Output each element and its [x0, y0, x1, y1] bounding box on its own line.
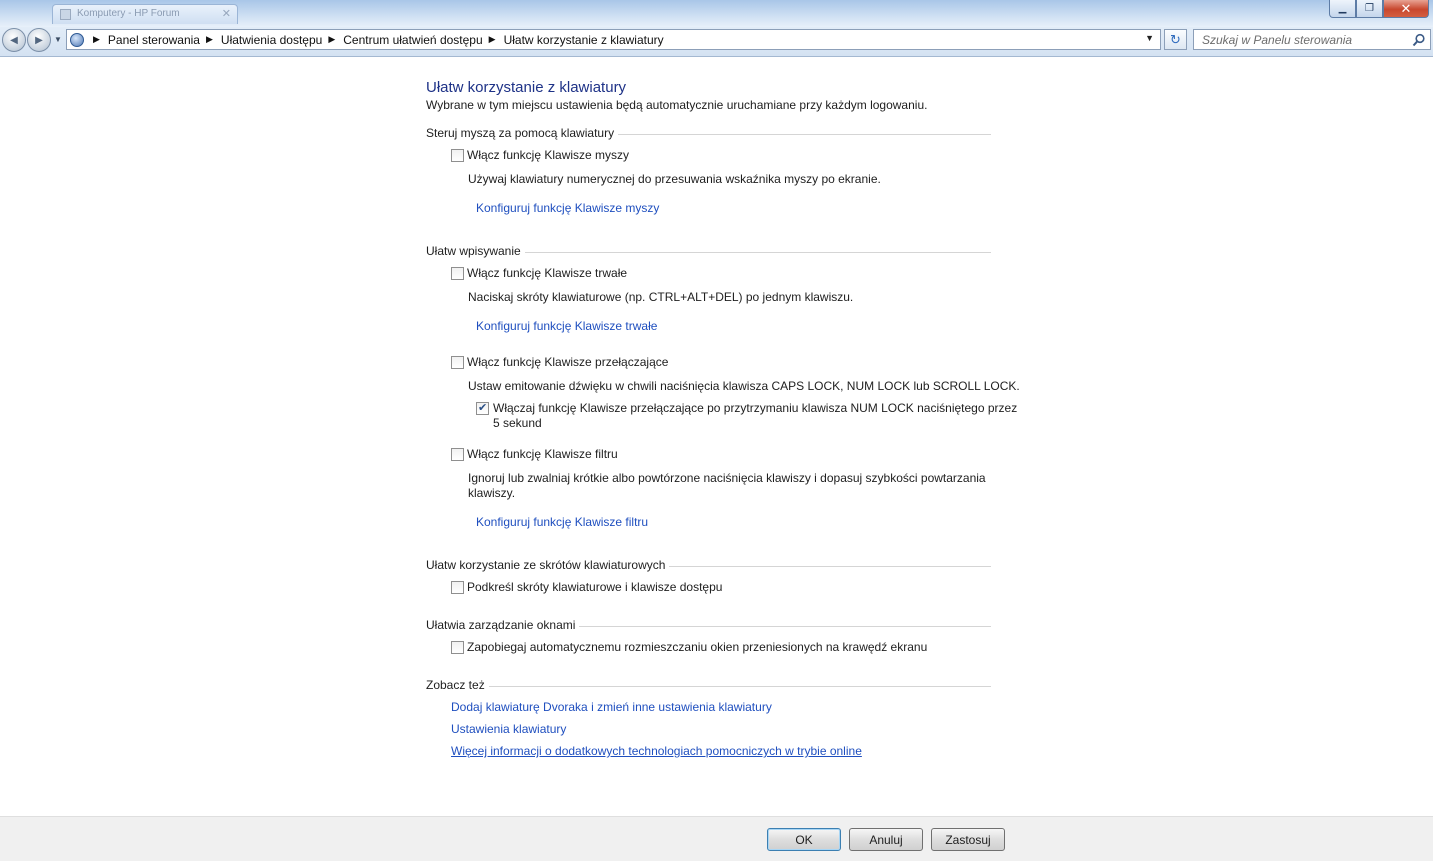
filter-keys-option[interactable]: Włącz funkcję Klawisze filtru — [451, 447, 618, 462]
breadcrumb-control-panel[interactable]: Panel sterowania — [108, 33, 200, 47]
tab-favicon-icon — [60, 9, 71, 20]
sticky-keys-label[interactable]: Włącz funkcję Klawisze trwałe — [467, 266, 627, 281]
background-tab-title: Komputery - HP Forum — [77, 8, 180, 19]
title-bar: Komputery - HP Forum ✕ ▁ ❐ ✕ — [0, 0, 1433, 27]
section-divider — [579, 625, 991, 627]
section-windows-heading: Ułatwia zarządzanie oknami — [426, 617, 991, 633]
section-see-also-heading: Zobacz też — [426, 677, 991, 693]
configure-mouse-keys-link[interactable]: Konfiguruj funkcję Klawisze myszy — [476, 201, 659, 215]
minimize-button[interactable]: ▁ — [1329, 0, 1356, 18]
recent-pages-dropdown-icon[interactable]: ▼ — [54, 35, 62, 44]
section-divider — [524, 251, 991, 253]
dvorak-keyboard-link[interactable]: Dodaj klawiaturę Dvoraka i zmień inne us… — [451, 700, 772, 714]
close-button[interactable]: ✕ — [1383, 0, 1429, 18]
underline-shortcuts-label[interactable]: Podkreśl skróty klawiaturowe i klawisze … — [467, 580, 722, 595]
breadcrumb-separator-icon[interactable]: ▶ — [206, 34, 213, 45]
section-heading-text: Steruj myszą za pomocą klawiatury — [426, 126, 615, 140]
mouse-keys-label[interactable]: Włącz funkcję Klawisze myszy — [467, 148, 629, 163]
mouse-keys-option[interactable]: Włącz funkcję Klawisze myszy — [451, 148, 629, 163]
forward-button[interactable]: ▶ — [27, 28, 51, 52]
back-button[interactable]: ◀ — [2, 28, 26, 52]
section-heading-text: Ułatw wpisywanie — [426, 244, 521, 258]
configure-filter-keys-link[interactable]: Konfiguruj funkcję Klawisze filtru — [476, 515, 648, 529]
section-divider — [669, 565, 991, 567]
breadcrumb-separator-icon[interactable]: ▶ — [328, 34, 335, 45]
toggle-keys-numlock-checkbox[interactable] — [476, 401, 489, 415]
underline-shortcuts-option[interactable]: Podkreśl skróty klawiaturowe i klawisze … — [451, 580, 722, 595]
background-tab[interactable]: Komputery - HP Forum ✕ — [52, 4, 238, 24]
sticky-keys-option[interactable]: Włącz funkcję Klawisze trwałe — [451, 266, 627, 281]
breadcrumb-separator-icon[interactable]: ▶ — [93, 34, 100, 45]
search-input[interactable] — [1202, 32, 1402, 47]
mouse-keys-description: Używaj klawiatury numerycznej do przesuw… — [468, 172, 881, 186]
section-mouse-heading: Steruj myszą za pomocą klawiatury — [426, 125, 991, 141]
toggle-keys-description: Ustaw emitowanie dźwięku w chwili naciśn… — [468, 379, 1020, 393]
section-divider — [618, 133, 991, 135]
prevent-snap-label[interactable]: Zapobiegaj automatycznemu rozmieszczaniu… — [467, 640, 927, 655]
page-title: Ułatw korzystanie z klawiatury — [426, 79, 627, 96]
toggle-keys-numlock-option[interactable]: Włączaj funkcję Klawisze przełączające p… — [476, 401, 1017, 431]
section-heading-text: Zobacz też — [426, 678, 485, 692]
section-typing-heading: Ułatw wpisywanie — [426, 243, 991, 259]
search-box[interactable] — [1193, 29, 1431, 50]
forward-arrow-icon: ▶ — [35, 34, 43, 46]
window-controls: ▁ ❐ ✕ — [1329, 0, 1429, 18]
toggle-keys-option[interactable]: Włącz funkcję Klawisze przełączające — [451, 355, 668, 370]
configure-sticky-keys-link[interactable]: Konfiguruj funkcję Klawisze trwałe — [476, 319, 657, 333]
filter-keys-label[interactable]: Włącz funkcję Klawisze filtru — [467, 447, 618, 462]
keyboard-settings-link[interactable]: Ustawienia klawiatury — [451, 722, 566, 736]
section-heading-text: Ułatwia zarządzanie oknami — [426, 618, 576, 632]
tab-close-icon[interactable]: ✕ — [222, 7, 231, 20]
filter-keys-checkbox[interactable] — [451, 448, 464, 461]
section-heading-text: Ułatw korzystanie ze skrótów klawiaturow… — [426, 558, 666, 572]
prevent-snap-option[interactable]: Zapobiegaj automatycznemu rozmieszczaniu… — [451, 640, 927, 655]
toggle-keys-label[interactable]: Włącz funkcję Klawisze przełączające — [467, 355, 668, 370]
dialog-footer: OK Anuluj Zastosuj — [0, 816, 1433, 861]
toggle-keys-numlock-label-line1[interactable]: Włączaj funkcję Klawisze przełączające p… — [493, 401, 1017, 415]
cancel-button[interactable]: Anuluj — [849, 828, 923, 851]
toggle-keys-numlock-label-line2[interactable]: 5 sekund — [493, 416, 542, 430]
breadcrumb-separator-icon[interactable]: ▶ — [489, 34, 496, 45]
filter-keys-description: Ignoruj lub zwalniaj krótkie albo powtór… — [468, 471, 986, 501]
refresh-icon: ↻ — [1170, 31, 1181, 47]
search-icon[interactable] — [1412, 33, 1426, 47]
refresh-button[interactable]: ↻ — [1164, 29, 1187, 50]
control-panel-icon — [67, 30, 87, 49]
breadcrumb-ease-of-access[interactable]: Ułatwienia dostępu — [221, 33, 322, 47]
address-bar[interactable]: ▶ Panel sterowania ▶ Ułatwienia dostępu … — [66, 29, 1161, 50]
ok-button[interactable]: OK — [767, 828, 841, 851]
address-dropdown-icon[interactable]: ▼ — [1145, 33, 1154, 43]
breadcrumb-keyboard[interactable]: Ułatw korzystanie z klawiatury — [504, 33, 664, 47]
page-subtitle: Wybrane w tym miejscu ustawienia będą au… — [426, 98, 928, 112]
toggle-keys-numlock-label[interactable]: Włączaj funkcję Klawisze przełączające p… — [493, 401, 1017, 431]
sticky-keys-checkbox[interactable] — [451, 267, 464, 280]
filter-keys-description-line2: klawiszy. — [468, 486, 516, 500]
restore-button[interactable]: ❐ — [1356, 0, 1383, 18]
section-divider — [488, 685, 991, 687]
filter-keys-description-line1: Ignoruj lub zwalniaj krótkie albo powtór… — [468, 471, 986, 485]
breadcrumb-ease-of-access-center[interactable]: Centrum ułatwień dostępu — [343, 33, 482, 47]
back-arrow-icon: ◀ — [10, 34, 18, 46]
assistive-tech-online-link[interactable]: Więcej informacji o dodatkowych technolo… — [451, 744, 862, 758]
sticky-keys-description: Naciskaj skróty klawiaturowe (np. CTRL+A… — [468, 290, 854, 304]
toggle-keys-checkbox[interactable] — [451, 356, 464, 369]
prevent-snap-checkbox[interactable] — [451, 641, 464, 654]
section-shortcuts-heading: Ułatw korzystanie ze skrótów klawiaturow… — [426, 557, 991, 573]
main-content: Ułatw korzystanie z klawiatury Wybrane w… — [0, 58, 1433, 816]
apply-button[interactable]: Zastosuj — [931, 828, 1005, 851]
mouse-keys-checkbox[interactable] — [451, 149, 464, 162]
navigation-bar: ◀ ▶ ▼ ▶ Panel sterowania ▶ Ułatwienia do… — [0, 27, 1433, 57]
underline-shortcuts-checkbox[interactable] — [451, 581, 464, 594]
